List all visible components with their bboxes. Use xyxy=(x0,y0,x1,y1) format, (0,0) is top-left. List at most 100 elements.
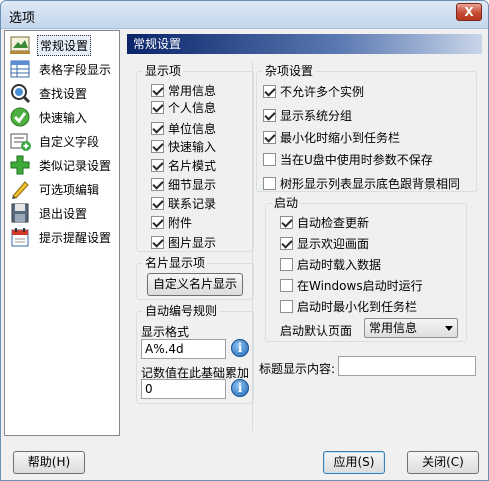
help-button[interactable]: 帮助(H) xyxy=(13,451,85,474)
checkbox-label: 细节显示 xyxy=(168,177,217,192)
checkbox-tree-bg-same[interactable]: 树形显示列表显示底色跟背景相同 xyxy=(263,175,460,191)
checkbox[interactable] xyxy=(280,236,293,250)
info-icon[interactable]: i xyxy=(231,339,249,357)
sidebar-item-label: 可选项编辑 xyxy=(39,182,100,197)
sidebar-item-table-fields[interactable]: 表格字段显示 xyxy=(9,57,117,81)
format-label: 显示格式 xyxy=(141,325,190,339)
checkbox-label: 显示欢迎画面 xyxy=(297,236,370,251)
checkbox-label: 树形显示列表显示底色跟背景相同 xyxy=(280,176,461,191)
sidebar-item-label: 快速输入 xyxy=(39,110,88,125)
card-display-group: 名片显示项 自定义名片显示 xyxy=(136,256,254,300)
sidebar-item-similar-records[interactable]: 类似记录设置 xyxy=(9,153,117,177)
checkbox-load-data[interactable]: 启动时载入数据 xyxy=(280,256,381,272)
sidebar-item-label: 自定义字段 xyxy=(39,134,100,149)
checkbox[interactable] xyxy=(151,83,164,97)
section-header: 常规设置 xyxy=(127,34,482,54)
checkbox[interactable] xyxy=(151,139,164,153)
title-display-label: 标题显示内容: xyxy=(259,362,336,376)
default-page-select[interactable]: 常用信息 xyxy=(364,318,458,338)
custom-field-icon xyxy=(9,130,31,152)
checkbox-display-quick-input[interactable]: 快速输入 xyxy=(151,138,216,154)
checkbox-auto-update[interactable]: 自动检查更新 xyxy=(280,214,369,230)
title-display-input[interactable] xyxy=(338,356,476,376)
checkbox-show-system-groups[interactable]: 显示系统分组 xyxy=(263,107,352,123)
apply-button[interactable]: 应用(S) xyxy=(323,451,385,474)
sidebar-item-search[interactable]: 查找设置 xyxy=(9,81,117,105)
checkbox-label: 显示系统分组 xyxy=(280,108,353,123)
checkbox-minimize-to-tray[interactable]: 最小化时缩小到任务栏 xyxy=(263,129,400,145)
checkbox-display-images[interactable]: 图片显示 xyxy=(151,234,216,250)
group-legend: 杂项设置 xyxy=(263,64,316,78)
default-page-label: 启动默认页面 xyxy=(280,324,353,338)
similar-records-icon xyxy=(9,154,31,176)
checkbox[interactable] xyxy=(263,152,276,166)
close-button[interactable]: 关闭(C) xyxy=(407,451,479,474)
checkbox[interactable] xyxy=(151,196,164,210)
checkbox-display-company[interactable]: 单位信息 xyxy=(151,120,216,136)
group-legend: 名片显示项 xyxy=(143,256,208,270)
checkbox-label: 自动检查更新 xyxy=(297,215,370,230)
count-input[interactable]: 0 xyxy=(141,379,226,399)
sidebar-item-general[interactable]: 常规设置 xyxy=(9,33,117,57)
close-window-button[interactable]: X xyxy=(456,3,482,21)
checkbox-label: 图片显示 xyxy=(168,235,217,250)
sidebar-item-reminder[interactable]: 提示提醒设置 xyxy=(9,225,117,249)
options-dialog: 选项 X 常规设置 表格字段显示 查找设置 快速输入 自定义字段 类似记录设置 … xyxy=(0,0,489,481)
checkbox-start-minimized[interactable]: 启动时最小化到任务栏 xyxy=(280,298,417,314)
group-legend: 自动编号规则 xyxy=(143,304,220,318)
checkbox-run-on-windows-start[interactable]: 在Windows启动时运行 xyxy=(280,277,423,293)
checkbox[interactable] xyxy=(280,299,293,313)
checkbox[interactable] xyxy=(151,177,164,191)
sidebar-item-label: 查找设置 xyxy=(39,86,88,101)
checkbox-single-instance[interactable]: 不允许多个实例 xyxy=(263,83,364,99)
checkbox-display-contact-records[interactable]: 联系记录 xyxy=(151,195,216,211)
checkbox-label: 在Windows启动时运行 xyxy=(297,278,423,293)
options-edit-icon xyxy=(9,178,31,200)
checkbox[interactable] xyxy=(280,215,293,229)
checkbox-welcome-screen[interactable]: 显示欢迎画面 xyxy=(280,235,369,251)
chevron-down-icon xyxy=(445,326,453,331)
checkbox-label: 当在U盘中使用时参数不保存 xyxy=(280,152,433,167)
format-input[interactable]: A%.4d xyxy=(141,339,226,359)
checkbox-label: 启动时最小化到任务栏 xyxy=(297,299,418,314)
checkbox-label: 最小化时缩小到任务栏 xyxy=(280,130,401,145)
misc-settings-group: 杂项设置 不允许多个实例 显示系统分组 最小化时缩小到任务栏 当在U盘中使用时参… xyxy=(256,64,477,192)
checkbox-display-common[interactable]: 常用信息 xyxy=(151,82,216,98)
checkbox-label: 不允许多个实例 xyxy=(280,84,365,99)
checkbox-label: 名片模式 xyxy=(168,158,217,173)
title-bar: 选项 X xyxy=(1,1,488,29)
checkbox[interactable] xyxy=(151,158,164,172)
checkbox-display-personal[interactable]: 个人信息 xyxy=(151,99,216,115)
sidebar: 常规设置 表格字段显示 查找设置 快速输入 自定义字段 类似记录设置 可选项编辑… xyxy=(4,30,120,436)
sidebar-item-quick-input[interactable]: 快速输入 xyxy=(9,105,117,129)
checkbox[interactable] xyxy=(151,215,164,229)
checkbox[interactable] xyxy=(263,176,276,190)
checkbox[interactable] xyxy=(263,108,276,122)
checkbox-display-attachments[interactable]: 附件 xyxy=(151,214,192,230)
checkbox[interactable] xyxy=(151,121,164,135)
checkbox-display-detail[interactable]: 细节显示 xyxy=(151,176,216,192)
checkbox-usb-no-save[interactable]: 当在U盘中使用时参数不保存 xyxy=(263,151,433,167)
checkbox-label: 常用信息 xyxy=(168,83,217,98)
checkbox[interactable] xyxy=(280,257,293,271)
group-legend: 显示项 xyxy=(143,64,184,78)
checkbox-display-card-mode[interactable]: 名片模式 xyxy=(151,157,216,173)
custom-card-display-button[interactable]: 自定义名片显示 xyxy=(147,273,243,296)
divider xyxy=(252,61,253,431)
checkbox[interactable] xyxy=(151,100,164,114)
checkbox[interactable] xyxy=(263,130,276,144)
info-icon[interactable]: i xyxy=(231,379,249,397)
sidebar-item-custom-field[interactable]: 自定义字段 xyxy=(9,129,117,153)
sidebar-item-exit-settings[interactable]: 退出设置 xyxy=(9,201,117,225)
sidebar-item-label: 提示提醒设置 xyxy=(39,230,112,245)
general-settings-icon xyxy=(9,34,31,56)
sidebar-item-options-edit[interactable]: 可选项编辑 xyxy=(9,177,117,201)
sidebar-item-label: 类似记录设置 xyxy=(39,158,112,173)
checkbox[interactable] xyxy=(280,278,293,292)
checkbox-label: 联系记录 xyxy=(168,196,217,211)
checkbox[interactable] xyxy=(263,84,276,98)
checkbox-label: 单位信息 xyxy=(168,121,217,136)
table-fields-icon xyxy=(9,58,31,80)
checkbox[interactable] xyxy=(151,235,164,249)
checkbox-label: 个人信息 xyxy=(168,100,217,115)
